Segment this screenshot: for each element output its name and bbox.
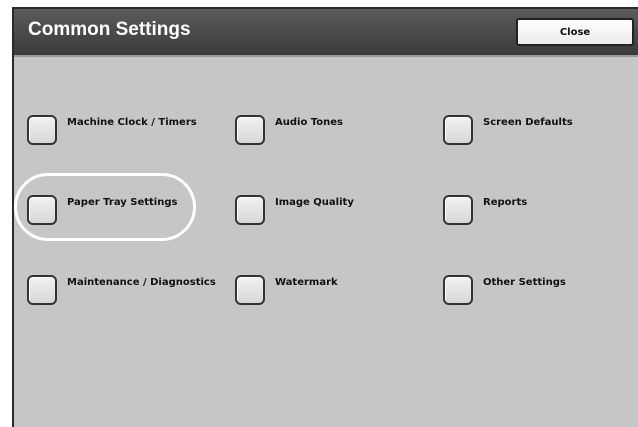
watermark-checkbox[interactable]	[235, 275, 265, 305]
audio-tones-checkbox[interactable]	[235, 115, 265, 145]
page-title: Common Settings	[28, 19, 191, 40]
watermark-button[interactable]: Watermark	[235, 275, 338, 305]
audio-tones-label: Audio Tones	[275, 117, 344, 128]
reports-button[interactable]: Reports	[443, 195, 527, 225]
image-quality-button[interactable]: Image Quality	[235, 195, 354, 225]
machine-clock-timers-button[interactable]: Machine Clock / Timers	[27, 115, 197, 145]
paper-tray-settings-label: Paper Tray Settings	[67, 197, 178, 208]
reports-checkbox[interactable]	[443, 195, 473, 225]
watermark-label: Watermark	[275, 277, 338, 288]
maintenance-diagnostics-button[interactable]: Maintenance / Diagnostics	[27, 275, 216, 305]
maintenance-diagnostics-checkbox[interactable]	[27, 275, 57, 305]
image-quality-label: Image Quality	[275, 197, 354, 208]
other-settings-button[interactable]: Other Settings	[443, 275, 566, 305]
screen-defaults-label: Screen Defaults	[483, 117, 573, 128]
screen-defaults-checkbox[interactable]	[443, 115, 473, 145]
maintenance-diagnostics-label: Maintenance / Diagnostics	[67, 277, 216, 288]
screen-defaults-button[interactable]: Screen Defaults	[443, 115, 573, 145]
audio-tones-button[interactable]: Audio Tones	[235, 115, 343, 145]
close-button[interactable]: Close	[516, 18, 634, 46]
common-settings-screen: Common Settings Close Machine Clock / Ti…	[12, 7, 638, 427]
machine-clock-timers-label: Machine Clock / Timers	[67, 117, 197, 128]
paper-tray-settings-checkbox[interactable]	[27, 195, 57, 225]
image-quality-checkbox[interactable]	[235, 195, 265, 225]
other-settings-label: Other Settings	[483, 277, 566, 288]
title-bar: Common Settings Close	[14, 9, 638, 57]
paper-tray-settings-button[interactable]: Paper Tray Settings	[27, 195, 177, 225]
reports-label: Reports	[483, 197, 528, 208]
other-settings-checkbox[interactable]	[443, 275, 473, 305]
machine-clock-timers-checkbox[interactable]	[27, 115, 57, 145]
